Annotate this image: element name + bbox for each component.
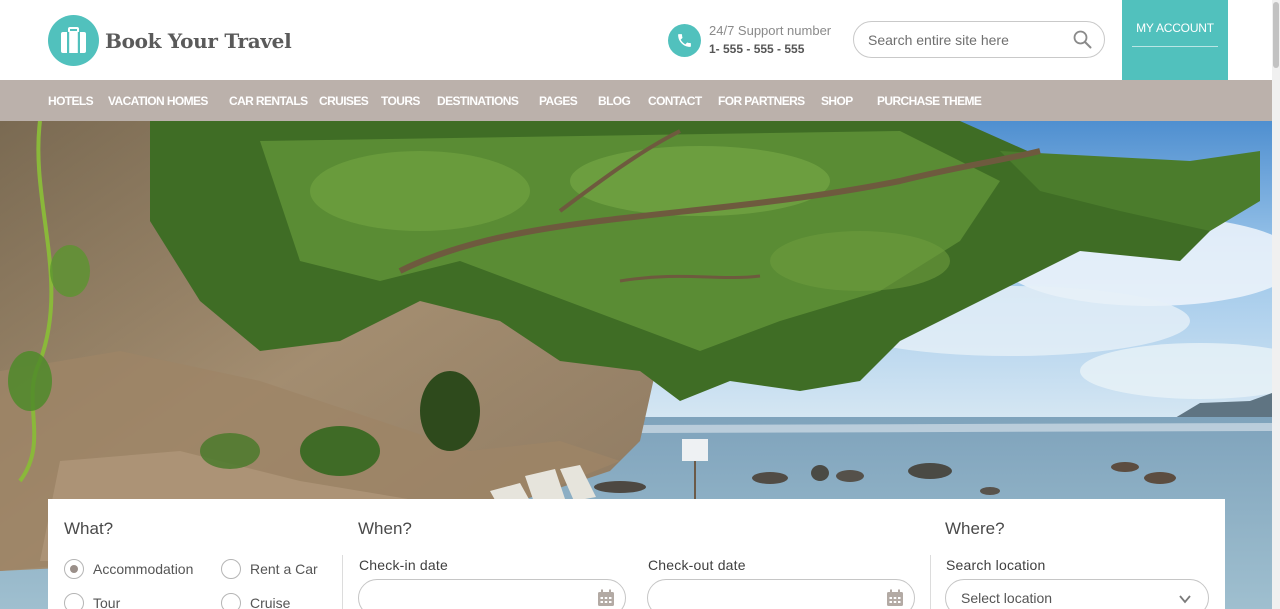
checkout-label: Check-out date bbox=[648, 557, 746, 573]
checkout-date-input[interactable] bbox=[647, 579, 915, 609]
panel-divider bbox=[342, 555, 343, 609]
search-input[interactable] bbox=[868, 30, 1064, 50]
my-account-label: MY ACCOUNT bbox=[1136, 21, 1214, 35]
site-header: Book Your Travel 24/7 Support number 1- … bbox=[0, 0, 1280, 111]
support-label: 24/7 Support number bbox=[709, 23, 832, 38]
search-icon[interactable] bbox=[1073, 30, 1092, 54]
location-select-value: Select location bbox=[961, 590, 1053, 606]
scrollbar-thumb[interactable] bbox=[1273, 2, 1279, 68]
nav-vacation-homes[interactable]: VACATION HOMES bbox=[108, 94, 208, 108]
what-title: What? bbox=[64, 519, 114, 538]
site-logo[interactable]: Book Your Travel bbox=[48, 15, 292, 66]
when-title: When? bbox=[358, 519, 412, 538]
suitcase-icon bbox=[48, 15, 99, 66]
radio-label: Cruise bbox=[250, 595, 291, 609]
search-panel: What? Accommodation Rent a Car Tour Crui… bbox=[48, 499, 1225, 609]
nav-blog[interactable]: BLOG bbox=[598, 94, 631, 108]
calendar-icon[interactable] bbox=[597, 589, 615, 609]
nav-contact[interactable]: CONTACT bbox=[648, 94, 702, 108]
chevron-down-icon bbox=[1178, 592, 1192, 609]
nav-shop[interactable]: SHOP bbox=[821, 94, 853, 108]
site-name: Book Your Travel bbox=[105, 28, 292, 53]
nav-pages[interactable]: PAGES bbox=[539, 94, 578, 108]
phone-icon bbox=[668, 23, 701, 57]
panel-divider bbox=[930, 555, 931, 609]
nav-tours[interactable]: TOURS bbox=[381, 94, 420, 108]
nav-cruises[interactable]: CRUISES bbox=[319, 94, 369, 108]
nav-for-partners[interactable]: FOR PARTNERS bbox=[718, 94, 805, 108]
site-search bbox=[853, 21, 1105, 58]
location-label: Search location bbox=[946, 557, 1046, 573]
radio-button[interactable] bbox=[221, 559, 241, 579]
radio-label: Accommodation bbox=[93, 561, 194, 577]
support-number: 1- 555 - 555 - 555 bbox=[709, 42, 805, 56]
location-select[interactable]: Select location bbox=[945, 579, 1209, 609]
checkin-date-input[interactable] bbox=[358, 579, 626, 609]
radio-label: Tour bbox=[93, 595, 121, 609]
radio-label: Rent a Car bbox=[250, 561, 318, 577]
nav-destinations[interactable]: DESTINATIONS bbox=[437, 94, 519, 108]
radio-button-checked[interactable] bbox=[64, 559, 84, 579]
nav-hotels[interactable]: HOTELS bbox=[48, 94, 94, 108]
radio-button[interactable] bbox=[64, 593, 84, 609]
main-nav: HOTELS VACATION HOMES CAR RENTALS CRUISE… bbox=[0, 80, 1272, 121]
checkin-label: Check-in date bbox=[359, 557, 448, 573]
nav-purchase-theme[interactable]: PURCHASE THEME bbox=[877, 94, 982, 108]
page-scrollbar[interactable] bbox=[1272, 0, 1280, 609]
radio-rent-a-car[interactable]: Rent a Car bbox=[221, 559, 318, 579]
radio-tour[interactable]: Tour bbox=[64, 593, 120, 609]
radio-cruise[interactable]: Cruise bbox=[221, 593, 290, 609]
support-contact: 24/7 Support number 1- 555 - 555 - 555 bbox=[668, 22, 831, 58]
nav-car-rentals[interactable]: CAR RENTALS bbox=[229, 94, 308, 108]
where-title: Where? bbox=[945, 519, 1005, 538]
radio-button[interactable] bbox=[221, 593, 241, 609]
account-divider bbox=[1132, 46, 1218, 47]
radio-accommodation[interactable]: Accommodation bbox=[64, 559, 193, 579]
calendar-icon[interactable] bbox=[886, 589, 904, 609]
